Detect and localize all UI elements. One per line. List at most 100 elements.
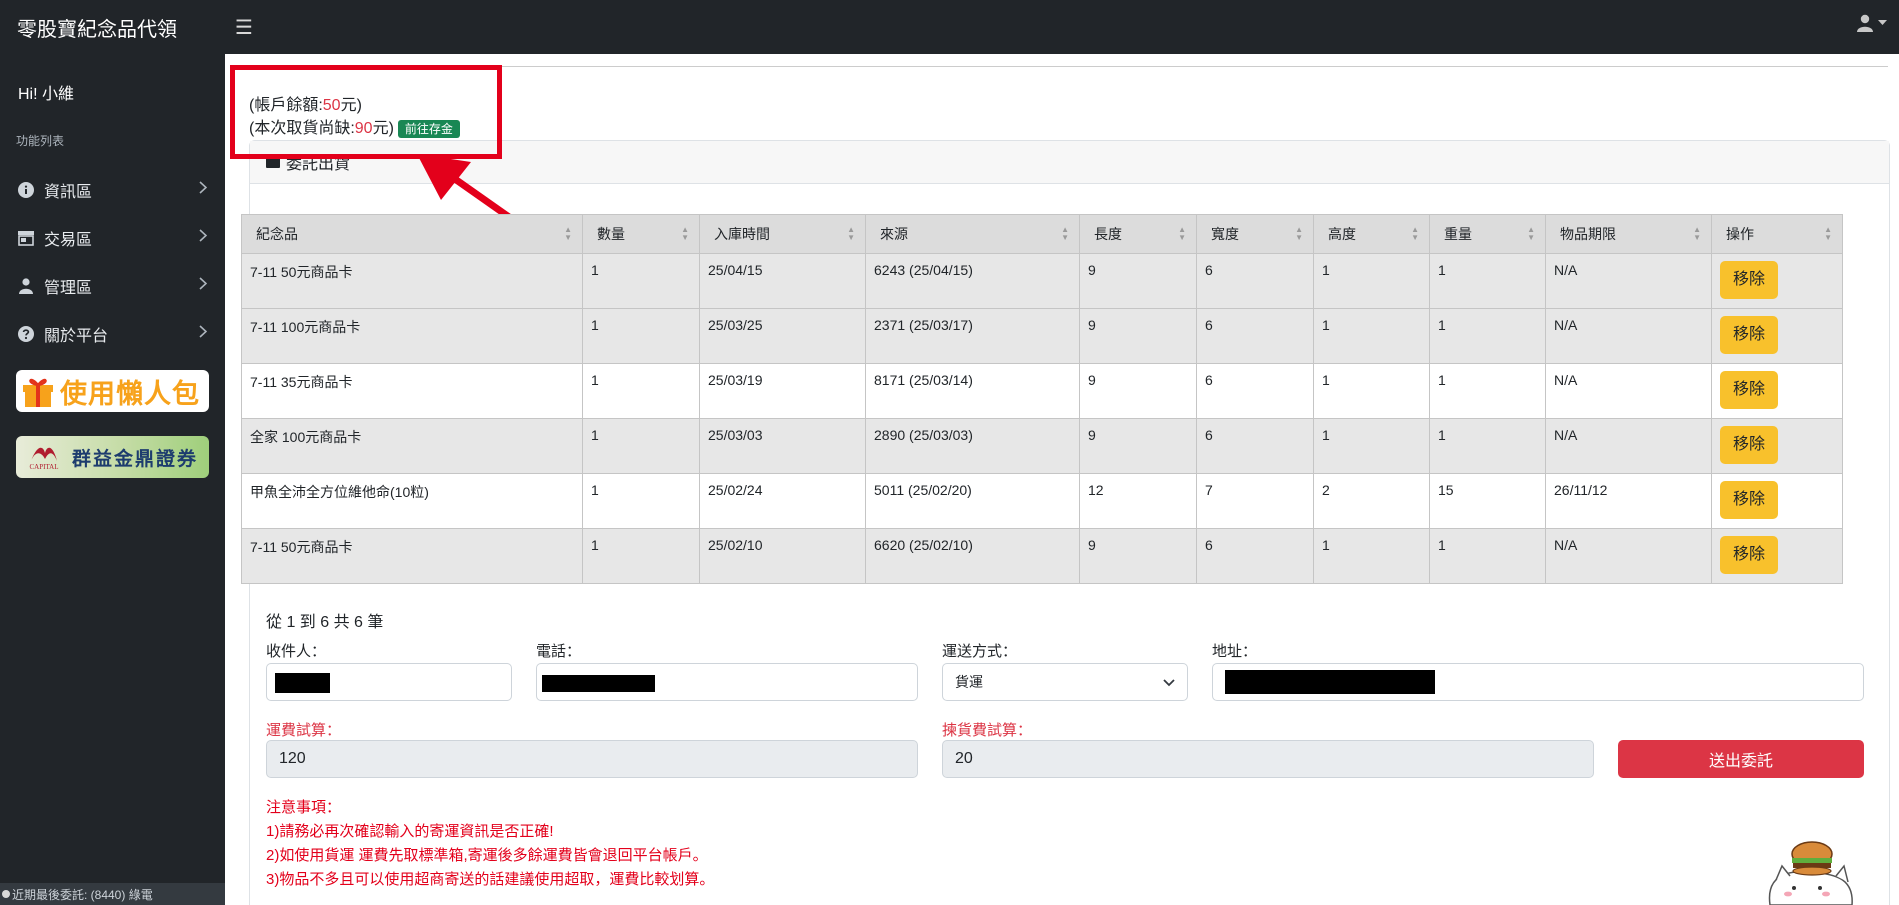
- table-cell: 1: [582, 253, 700, 309]
- guide-banner[interactable]: 使用懶人包: [16, 370, 209, 412]
- status-footer: 近期最後委託: (8440) 綠電: [0, 883, 225, 905]
- sidebar-item-label: 關於平台: [44, 328, 109, 345]
- col-header-quantity[interactable]: 數量 ▲ ▼: [582, 214, 700, 254]
- table-cell: N/A: [1545, 418, 1712, 474]
- cat-burger-mascot-icon: [1768, 841, 1853, 905]
- table-cell: 6243 (25/04/15): [865, 253, 1080, 309]
- table-cell: 1: [1313, 418, 1430, 474]
- table-cell: 6: [1196, 363, 1314, 419]
- table-cell: 1: [1313, 253, 1430, 309]
- remove-button[interactable]: 移除: [1720, 371, 1778, 409]
- picking-fee-field: 20: [942, 740, 1594, 778]
- table-cell: 25/04/15: [699, 253, 866, 309]
- user-menu[interactable]: [1856, 14, 1887, 32]
- table-cell: 1: [1429, 418, 1546, 474]
- table-row: 甲魚全沛全方位維他命(10粒) 1 25/02/24 5011 (25/02/20) 1…: [241, 473, 1843, 529]
- table-cell: 移除: [1711, 418, 1843, 474]
- note-line: 2)如使用貨運 運費先取標準箱,寄運後多餘運費皆會退回平台帳戶。: [266, 847, 708, 864]
- table-cell: 7: [1196, 473, 1314, 529]
- notes-title: 注意事項：: [266, 799, 342, 816]
- recipient-label: 收件人：: [266, 643, 327, 660]
- table-cell: 12: [1079, 473, 1197, 529]
- table-cell: N/A: [1545, 528, 1712, 584]
- sort-icon: ▲ ▼: [1178, 225, 1186, 242]
- chevron-down-icon: [1163, 675, 1175, 691]
- remove-button[interactable]: 移除: [1720, 481, 1778, 519]
- table-cell: 移除: [1711, 253, 1843, 309]
- col-header-expiry[interactable]: 物品期限 ▲ ▼: [1545, 214, 1712, 254]
- remove-button[interactable]: 移除: [1720, 426, 1778, 464]
- chevron-right-icon: [199, 229, 208, 247]
- col-header-item[interactable]: 紀念品 ▲ ▼: [241, 214, 583, 254]
- info-circle-icon: [16, 180, 36, 200]
- sort-icon: ▲ ▼: [1061, 225, 1069, 242]
- sidebar-item-manage[interactable]: 管理區: [0, 262, 225, 310]
- table-row: 7-11 35元商品卡 1 25/03/19 8171 (25/03/14) 9 6 1 1 N…: [241, 363, 1843, 419]
- picking-fee-label: 揀貨費試算：: [942, 722, 1033, 739]
- table-cell: 9: [1079, 253, 1197, 309]
- shipping-method-select[interactable]: 貨運: [942, 663, 1188, 701]
- col-header-width[interactable]: 寬度 ▲ ▼: [1196, 214, 1314, 254]
- sidebar: Hi! 小維 功能列表 資訊區 交易區 管理區 關於平台 使用懶人包 CAPIT…: [0, 54, 225, 905]
- table-cell: 移除: [1711, 528, 1843, 584]
- sort-icon: ▲ ▼: [564, 225, 572, 242]
- note-line: 3)物品不多且可以使用超商寄送的話建議使用超取，運費比較划算。: [266, 871, 715, 888]
- col-header-stock-date[interactable]: 入庫時間 ▲ ▼: [699, 214, 866, 254]
- table-cell: 1: [1429, 363, 1546, 419]
- table-cell: 6: [1196, 308, 1314, 364]
- table-cell: 25/03/03: [699, 418, 866, 474]
- col-header-action[interactable]: 操作 ▲ ▼: [1711, 214, 1843, 254]
- col-header-height[interactable]: 高度 ▲ ▼: [1313, 214, 1430, 254]
- freight-estimate-value: 120: [279, 750, 306, 767]
- table-row: 全家 100元商品卡 1 25/03/03 2890 (25/03/03) 9 6 1 1 N/…: [241, 418, 1843, 474]
- remove-button[interactable]: 移除: [1720, 316, 1778, 354]
- table-cell: N/A: [1545, 363, 1712, 419]
- address-label: 地址：: [1212, 643, 1258, 660]
- store-icon: [16, 228, 36, 248]
- sidebar-item-label: 資訊區: [44, 184, 93, 201]
- remove-button[interactable]: 移除: [1720, 261, 1778, 299]
- table-cell: N/A: [1545, 253, 1712, 309]
- pagination-summary: 從 1 到 6 共 6 筆: [266, 614, 384, 631]
- col-header-weight[interactable]: 重量 ▲ ▼: [1429, 214, 1546, 254]
- gift-icon: [16, 370, 60, 412]
- broker-banner[interactable]: CAPITAL 群益金鼎證券: [16, 436, 209, 478]
- table-cell: 全家 100元商品卡: [241, 418, 583, 474]
- table-cell: 1: [1429, 308, 1546, 364]
- sort-icon: ▲ ▼: [847, 225, 855, 242]
- table-row: 7-11 50元商品卡 1 25/04/15 6243 (25/04/15) 9 6 1 1 N…: [241, 253, 1843, 309]
- sidebar-item-trade[interactable]: 交易區: [0, 214, 225, 262]
- hamburger-menu-icon[interactable]: ☰: [235, 15, 253, 40]
- sort-icon: ▲ ▼: [1693, 225, 1701, 242]
- table-cell: 6: [1196, 253, 1314, 309]
- phone-field[interactable]: [536, 663, 918, 701]
- chevron-right-icon: [199, 277, 208, 295]
- shipping-method-label: 運送方式：: [942, 643, 1018, 660]
- sidebar-item-info[interactable]: 資訊區: [0, 166, 225, 214]
- col-header-length[interactable]: 長度 ▲ ▼: [1079, 214, 1197, 254]
- top-navbar: 零股寶紀念品代領 ☰: [0, 0, 1899, 54]
- remove-button[interactable]: 移除: [1720, 536, 1778, 574]
- table-cell: 移除: [1711, 473, 1843, 529]
- shipping-method-value: 貨運: [955, 674, 983, 690]
- freight-estimate-field: 120: [266, 740, 918, 778]
- table-cell: 7-11 50元商品卡: [241, 528, 583, 584]
- table-cell: 9: [1079, 418, 1197, 474]
- table-cell: 1: [1429, 253, 1546, 309]
- table-cell: 5011 (25/02/20): [865, 473, 1080, 529]
- sidebar-item-about[interactable]: 關於平台: [0, 310, 225, 358]
- recipient-field[interactable]: [266, 663, 512, 701]
- question-circle-icon: [16, 324, 36, 344]
- col-header-source[interactable]: 來源 ▲ ▼: [865, 214, 1080, 254]
- user-icon: [1856, 14, 1874, 32]
- table-cell: 2371 (25/03/17): [865, 308, 1080, 364]
- note-line: 1)請務必再次確認輸入的寄運資訊是否正確!: [266, 823, 554, 840]
- table-cell: 7-11 50元商品卡: [241, 253, 583, 309]
- submit-order-button[interactable]: 送出委託: [1618, 740, 1864, 778]
- table-cell: 1: [582, 528, 700, 584]
- broker-logo: CAPITAL: [16, 436, 72, 478]
- greeting: Hi! 小維: [18, 86, 75, 103]
- address-field[interactable]: [1212, 663, 1864, 701]
- app-title[interactable]: 零股寶紀念品代領: [0, 13, 225, 42]
- table-cell: 7-11 35元商品卡: [241, 363, 583, 419]
